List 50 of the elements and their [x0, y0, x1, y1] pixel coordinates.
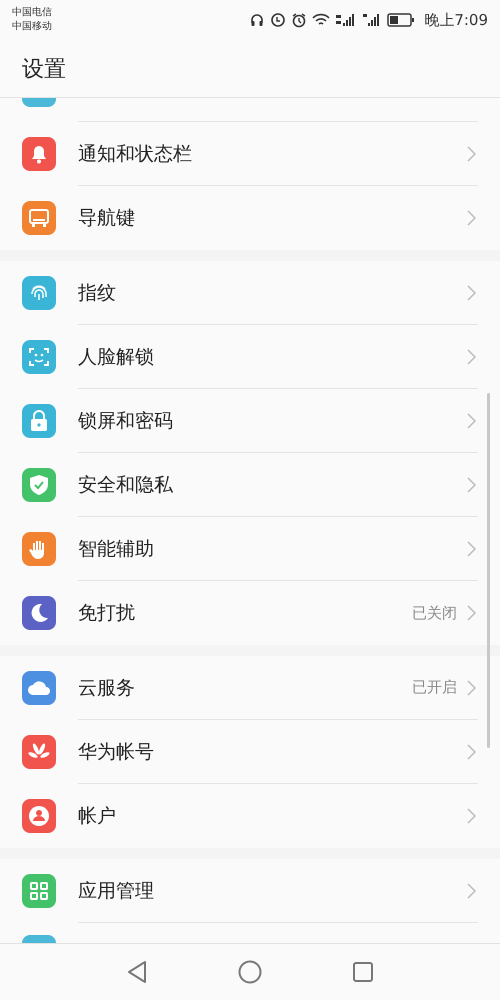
settings-item[interactable]: 华为帐号 [0, 720, 500, 784]
carrier-name: 中国电信 [12, 6, 52, 20]
clock-badge-icon [270, 12, 286, 28]
item-label: 通知和状态栏 [78, 142, 193, 166]
chevron-icon [467, 605, 476, 621]
item-status: 已开启 [412, 678, 457, 697]
item-label: 免打扰 [78, 601, 136, 626]
item-label: 智能辅助 [78, 536, 155, 562]
settings-item[interactable]: 导航键 [0, 186, 500, 250]
item-label: 云服务 [78, 676, 136, 700]
chevron-icon [467, 680, 476, 696]
settings-item[interactable]: 免打扰 已关闭 [0, 581, 500, 645]
item-label: 应用管理 [78, 878, 155, 904]
settings-item[interactable]: 智能辅助 [0, 517, 500, 581]
settings-item[interactable]: 安全和隐私 [0, 453, 500, 517]
item-label: 帐户 [78, 804, 117, 829]
battery-icon [387, 12, 416, 28]
chevron-icon [467, 348, 476, 364]
settings-item[interactable]: 指纹 [0, 261, 500, 325]
page-title: 设置 [22, 56, 66, 84]
item-label: 华为帐号 [78, 740, 155, 764]
item-label: 指纹 [78, 280, 117, 306]
chevron-icon [467, 210, 476, 226]
settings-item[interactable]: 通知和状态栏 [0, 122, 500, 186]
settings-item[interactable]: 帐户 [0, 784, 500, 848]
home-icon[interactable] [238, 960, 262, 984]
chevron-icon [467, 412, 476, 428]
recents-icon[interactable] [352, 961, 374, 983]
chevron-icon [467, 744, 476, 760]
settings-item[interactable]: 人脸解锁 [0, 325, 500, 389]
item-label: 人脸解锁 [78, 344, 155, 370]
chevron-icon [467, 476, 476, 492]
item-status: 已关闭 [412, 604, 457, 622]
alarm-icon [291, 12, 308, 28]
chevron-icon [467, 540, 476, 556]
app-icon [22, 935, 56, 943]
item-label: 导航键 [78, 206, 136, 231]
settings-item[interactable]: 云服务 已开启 [0, 656, 500, 720]
item-label: 安全和隐私 [78, 472, 174, 498]
chevron-icon [467, 808, 476, 824]
settings-item[interactable]: 锁屏和密码 [0, 389, 500, 453]
headset-icon [249, 12, 266, 28]
carrier-name: 中国移动 [12, 20, 52, 34]
chevron-icon [467, 882, 476, 898]
back-icon[interactable] [126, 960, 148, 984]
item-label: 锁屏和密码 [78, 408, 174, 434]
status-time: 晚上7:09 [424, 10, 488, 30]
app-icon [22, 98, 56, 107]
chevron-icon [467, 284, 476, 300]
chevron-icon [467, 146, 476, 162]
